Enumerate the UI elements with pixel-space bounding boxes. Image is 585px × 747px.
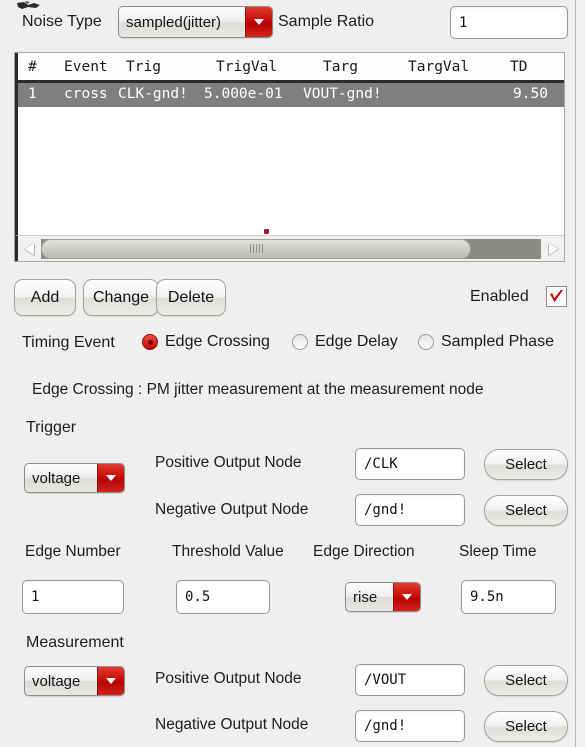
triangle-left-icon[interactable]	[18, 237, 40, 261]
chevron-down-icon[interactable]	[393, 583, 420, 611]
measurement-negative-node-label: Negative Output Node	[155, 716, 309, 733]
triangle-right-icon[interactable]	[542, 237, 564, 261]
trigger-positive-node-input[interactable]: /CLK	[355, 448, 465, 480]
radio-sampled-phase[interactable]: Sampled Phase	[418, 333, 554, 351]
column-header-trig: Trig	[126, 59, 161, 75]
horizontal-scrollbar[interactable]	[15, 235, 564, 261]
chevron-down-icon[interactable]	[97, 464, 124, 492]
cursor-dot	[264, 229, 269, 234]
measurement-group-title: Measurement	[26, 634, 124, 651]
sample-ratio-input[interactable]: 1	[450, 6, 568, 39]
radio-selected-icon	[142, 334, 158, 350]
radio-edge-crossing[interactable]: Edge Crossing	[142, 333, 270, 351]
add-button[interactable]: Add	[14, 279, 76, 316]
column-header-event: Event	[64, 59, 108, 75]
timing-event-label: Timing Event	[22, 334, 115, 351]
measurement-positive-node-label: Positive Output Node	[155, 670, 302, 687]
measurement-negative-select-button[interactable]: Select	[484, 711, 568, 742]
trigger-negative-node-input[interactable]: /gnd!	[355, 494, 465, 526]
radio-unselected-icon	[418, 334, 434, 350]
radio-unselected-icon	[292, 334, 308, 350]
edge-direction-value: rise	[353, 588, 378, 606]
grip-icon	[249, 244, 263, 253]
noise-type-label: Noise Type	[22, 13, 102, 30]
noise-type-row: Noise Type sampled(jitter) Sample Ratio …	[0, 2, 575, 44]
measurement-signal-type-dropdown[interactable]: voltage	[24, 666, 125, 696]
sleep-time-input[interactable]: 9.5n	[461, 580, 556, 614]
cell-targval: 9.50	[513, 86, 548, 102]
column-header-targ: Targ	[323, 59, 358, 75]
threshold-value-label: Threshold Value	[172, 543, 284, 560]
edge-direction-label: Edge Direction	[313, 543, 415, 560]
cell-targ: VOUT-gnd!	[303, 86, 382, 102]
column-header-trigval: TrigVal	[216, 59, 278, 75]
measurement-negative-node-input[interactable]: /gnd!	[355, 710, 465, 742]
panel-right-edge	[575, 0, 585, 747]
threshold-value-input[interactable]: 0.5	[176, 580, 270, 614]
table-row[interactable]: 1 cross CLK-gnd! 5.000e-01 VOUT-gnd! 9.5…	[18, 83, 564, 107]
sample-ratio-label: Sample Ratio	[278, 13, 375, 30]
trigger-group-title: Trigger	[26, 419, 77, 436]
column-header-targval: TargVal	[408, 59, 470, 75]
radio-edge-delay[interactable]: Edge Delay	[292, 333, 398, 351]
column-header-num: #	[28, 59, 37, 75]
timing-event-hint: Edge Crossing : PM jitter measurement at…	[32, 381, 484, 398]
chevron-down-icon[interactable]	[97, 667, 124, 695]
events-table: # Event Trig TrigVal Targ TargVal TD 1 c…	[14, 52, 565, 262]
change-button[interactable]: Change	[83, 279, 159, 316]
checkmark-icon	[550, 289, 563, 302]
jitter-analysis-panel: Noise Type sampled(jitter) Sample Ratio …	[0, 0, 575, 747]
cell-num: 1	[28, 86, 37, 102]
measurement-positive-node-input[interactable]: /VOUT	[355, 664, 465, 696]
measurement-positive-select-button[interactable]: Select	[484, 665, 568, 696]
radio-edge-delay-label: Edge Delay	[315, 333, 398, 350]
events-list-body[interactable]: 1 cross CLK-gnd! 5.000e-01 VOUT-gnd! 9.5…	[15, 83, 564, 235]
noise-type-value: sampled(jitter)	[126, 13, 222, 31]
radio-edge-crossing-label: Edge Crossing	[165, 333, 270, 350]
chevron-down-icon[interactable]	[245, 7, 272, 37]
radio-sampled-phase-label: Sampled Phase	[441, 333, 554, 350]
trigger-signal-type-dropdown[interactable]: voltage	[24, 463, 125, 493]
trigger-negative-node-label: Negative Output Node	[155, 501, 309, 518]
trigger-positive-node-label: Positive Output Node	[155, 454, 302, 471]
noise-type-dropdown[interactable]: sampled(jitter)	[118, 6, 273, 38]
column-header-td: TD	[510, 59, 528, 75]
cell-event: cross	[64, 86, 108, 102]
measurement-signal-type-value: voltage	[32, 672, 81, 690]
edge-number-label: Edge Number	[25, 543, 121, 560]
scrollbar-thumb[interactable]	[41, 238, 471, 259]
trigger-negative-select-button[interactable]: Select	[484, 495, 568, 526]
edge-direction-dropdown[interactable]: rise	[345, 582, 421, 612]
trigger-signal-type-value: voltage	[32, 469, 81, 487]
scrollbar-track[interactable]	[41, 238, 541, 259]
edge-number-input[interactable]: 1	[22, 580, 124, 614]
events-table-header: # Event Trig TrigVal Targ TargVal TD	[15, 53, 564, 83]
cell-trigval: 5.000e-01	[204, 86, 283, 102]
enabled-label: Enabled	[470, 288, 529, 305]
cell-trig: CLK-gnd!	[118, 86, 188, 102]
sleep-time-label: Sleep Time	[459, 543, 537, 560]
enabled-checkbox[interactable]	[546, 286, 567, 307]
trigger-positive-select-button[interactable]: Select	[484, 449, 568, 480]
delete-button[interactable]: Delete	[156, 279, 226, 316]
